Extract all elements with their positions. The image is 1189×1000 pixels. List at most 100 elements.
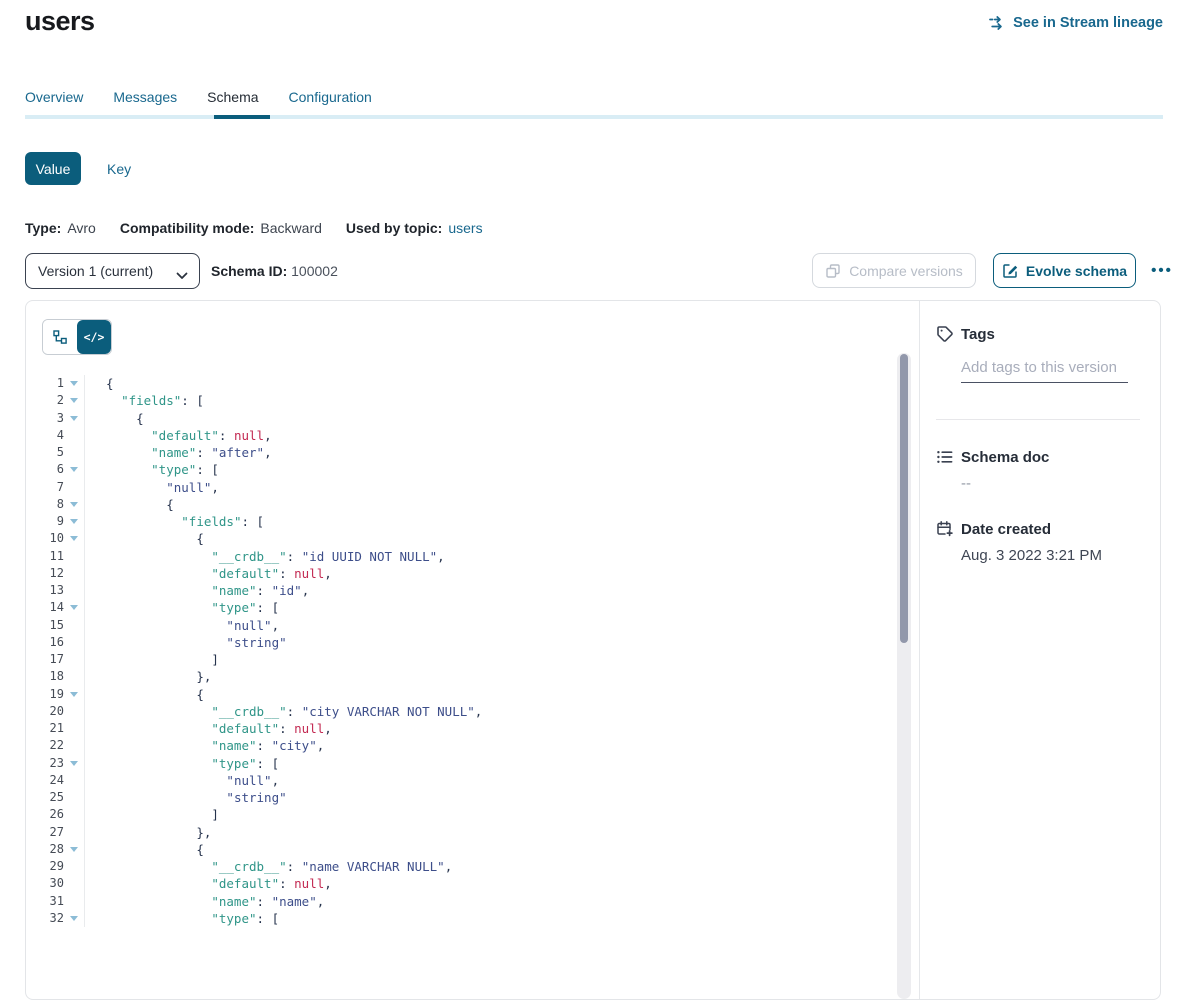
- compare-icon: [825, 263, 841, 279]
- code-line: 3 {: [26, 410, 897, 427]
- line-number: 23: [26, 755, 64, 772]
- line-number: 29: [26, 858, 64, 875]
- gutter: 21: [26, 720, 85, 737]
- tab-bar: Overview Messages Schema Configuration: [25, 89, 372, 105]
- fold-arrow-icon[interactable]: [64, 502, 84, 507]
- editor-scrollbar-track[interactable]: [897, 353, 911, 999]
- gutter: 11: [26, 548, 85, 565]
- type-label: Type:: [25, 220, 61, 236]
- tags-input[interactable]: [961, 356, 1128, 383]
- compatibility-label: Compatibility mode:: [120, 220, 255, 236]
- tab-configuration[interactable]: Configuration: [289, 89, 372, 105]
- code-text: "type": [: [85, 461, 219, 478]
- gutter: 4: [26, 427, 85, 444]
- tab-overview[interactable]: Overview: [25, 89, 83, 105]
- meta-type: Type: Avro: [25, 220, 96, 236]
- tab-messages[interactable]: Messages: [113, 89, 177, 105]
- gutter: 20: [26, 703, 85, 720]
- fold-arrow-icon[interactable]: [64, 398, 84, 403]
- value-toggle-button[interactable]: Value: [25, 152, 81, 185]
- code-text: {: [85, 375, 114, 392]
- schema-doc-heading-row: Schema doc: [936, 448, 1140, 466]
- topic-link[interactable]: users: [448, 220, 482, 236]
- schema-code-editor[interactable]: </> 1{2 "fields": [3 {4 "default": null,…: [26, 301, 919, 999]
- gutter: 27: [26, 824, 85, 841]
- code-text: },: [85, 668, 211, 685]
- gutter: 3: [26, 410, 85, 427]
- schema-detail-card: </> 1{2 "fields": [3 {4 "default": null,…: [25, 300, 1161, 1000]
- schema-doc-section: Schema doc --: [936, 448, 1140, 492]
- fold-arrow-icon[interactable]: [64, 519, 84, 524]
- code-line: 24 "null",: [26, 772, 897, 789]
- code-text: {: [85, 496, 174, 513]
- gutter: 16: [26, 634, 85, 651]
- code-view-button[interactable]: </>: [77, 320, 111, 354]
- schema-meta-row: Type: Avro Compatibility mode: Backward …: [25, 220, 507, 236]
- code-line: 15 "null",: [26, 617, 897, 634]
- code-text: ]: [85, 806, 219, 823]
- line-number: 26: [26, 806, 64, 823]
- tree-view-button[interactable]: [43, 320, 77, 354]
- schema-page: users See in Stream lineage Overview Mes…: [0, 0, 1189, 916]
- fold-arrow-icon[interactable]: [64, 761, 84, 766]
- fold-arrow-icon[interactable]: [64, 416, 84, 421]
- code-line: 32 "type": [: [26, 910, 897, 927]
- line-number: 5: [26, 444, 64, 461]
- date-created-value: Aug. 3 2022 3:21 PM: [961, 547, 1140, 564]
- code-text: "null",: [85, 617, 279, 634]
- code-text: "__crdb__": "name VARCHAR NULL",: [85, 858, 452, 875]
- fold-arrow-icon[interactable]: [64, 916, 84, 921]
- code-line: 17 ]: [26, 651, 897, 668]
- code-line: 7 "null",: [26, 479, 897, 496]
- tags-heading: Tags: [961, 326, 995, 343]
- evolve-schema-button[interactable]: Evolve schema: [993, 253, 1136, 288]
- gutter: 28: [26, 841, 85, 858]
- code-text: "null",: [85, 772, 279, 789]
- code-text: {: [85, 841, 204, 858]
- code-line: 2 "fields": [: [26, 392, 897, 409]
- code-text: "__crdb__": "city VARCHAR NOT NULL",: [85, 703, 482, 720]
- used-by-topic-label: Used by topic:: [346, 220, 442, 236]
- line-number: 20: [26, 703, 64, 720]
- meta-compatibility: Compatibility mode: Backward: [120, 220, 322, 236]
- code-line: 6 "type": [: [26, 461, 897, 478]
- line-number: 4: [26, 427, 64, 444]
- editor-scrollbar-thumb[interactable]: [900, 354, 908, 643]
- key-toggle-button[interactable]: Key: [107, 161, 131, 177]
- line-number: 18: [26, 668, 64, 685]
- compatibility-value: Backward: [260, 220, 321, 236]
- code-text: "name": "after",: [85, 444, 272, 461]
- page-title: users: [25, 6, 95, 37]
- line-number: 1: [26, 375, 64, 392]
- code-line: 21 "default": null,: [26, 720, 897, 737]
- more-options-button[interactable]: •••: [1142, 253, 1182, 288]
- code-text: {: [85, 410, 144, 427]
- fold-arrow-icon[interactable]: [64, 381, 84, 386]
- fold-arrow-icon[interactable]: [64, 605, 84, 610]
- code-text: {: [85, 530, 204, 547]
- code-line: 20 "__crdb__": "city VARCHAR NOT NULL",: [26, 703, 897, 720]
- line-number: 12: [26, 565, 64, 582]
- fold-arrow-icon[interactable]: [64, 467, 84, 472]
- tab-schema[interactable]: Schema: [207, 89, 258, 105]
- gutter: 31: [26, 893, 85, 910]
- stream-lineage-link[interactable]: See in Stream lineage: [988, 15, 1163, 31]
- line-number: 15: [26, 617, 64, 634]
- line-number: 19: [26, 686, 64, 703]
- date-created-heading: Date created: [961, 521, 1051, 538]
- fold-arrow-icon[interactable]: [64, 847, 84, 852]
- gutter: 32: [26, 910, 85, 927]
- gutter: 22: [26, 737, 85, 754]
- line-number: 13: [26, 582, 64, 599]
- version-select[interactable]: Version 1 (current): [25, 253, 200, 289]
- code-text: "type": [: [85, 910, 279, 927]
- fold-arrow-icon[interactable]: [64, 692, 84, 697]
- gutter: 14: [26, 599, 85, 616]
- code-line: 18 },: [26, 668, 897, 685]
- compare-versions-button[interactable]: Compare versions: [812, 253, 976, 288]
- fold-arrow-icon[interactable]: [64, 536, 84, 541]
- gutter: 17: [26, 651, 85, 668]
- code-line: 10 {: [26, 530, 897, 547]
- schema-id-value: 100002: [291, 263, 338, 279]
- code-text: "type": [: [85, 755, 279, 772]
